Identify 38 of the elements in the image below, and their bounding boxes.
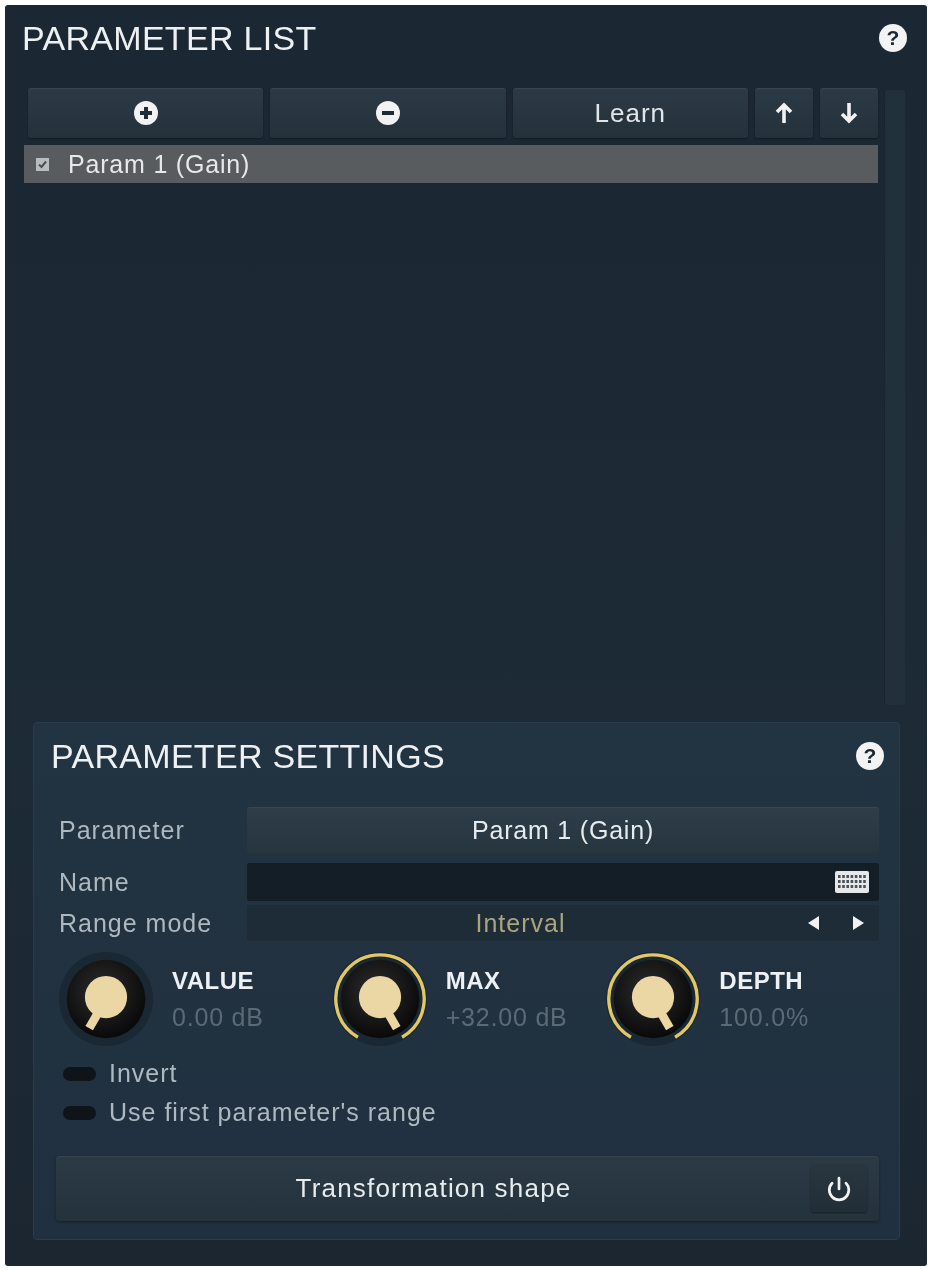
checkbox[interactable] [36, 157, 49, 171]
parameter-select-button[interactable]: Param 1 (Gain) [247, 807, 879, 853]
plus-icon [133, 101, 158, 125]
help-button[interactable]: ? [856, 742, 884, 770]
range-mode-selector[interactable]: Interval [247, 905, 879, 941]
arrow-down-icon [840, 102, 858, 124]
toggle-switch[interactable] [63, 1105, 96, 1120]
knob-label: DEPTH [719, 966, 805, 995]
move-up-button[interactable] [755, 88, 813, 138]
triangle-left-icon[interactable] [808, 916, 819, 930]
learn-button[interactable]: Learn [512, 88, 748, 138]
knob-value: 0.00 dB [172, 1002, 264, 1032]
arrow-up-icon [775, 102, 793, 124]
knob-value: 100.0% [719, 1002, 809, 1032]
field-label: Range mode [59, 908, 214, 938]
field-label: Parameter [59, 815, 186, 845]
triangle-right-icon[interactable] [853, 916, 864, 930]
power-button[interactable] [811, 1165, 867, 1212]
list-item[interactable]: Param 1 (Gain) [24, 145, 878, 183]
field-label: Name [59, 867, 131, 897]
switch-label: Invert [109, 1059, 178, 1088]
power-icon [826, 1175, 852, 1202]
rotary-knob[interactable] [58, 951, 154, 1047]
switch-label: Use first parameter's range [109, 1098, 437, 1127]
knob-label: MAX [445, 966, 502, 995]
help-button[interactable]: ? [879, 24, 907, 52]
name-input-field[interactable] [247, 863, 879, 901]
keyboard-icon[interactable] [835, 871, 869, 893]
add-button[interactable] [28, 88, 264, 138]
knob-label: VALUE [172, 966, 256, 995]
toggle-switch[interactable] [63, 1066, 96, 1081]
panel-title: PARAMETER LIST [22, 21, 317, 55]
move-down-button[interactable] [820, 88, 878, 138]
minus-icon [376, 101, 400, 125]
remove-button[interactable] [270, 88, 506, 138]
knob-value: +32.00 dB [445, 1002, 568, 1032]
transformation-shape-button[interactable]: Transformation shape [56, 1156, 879, 1221]
panel-title: PARAMETER SETTINGS [51, 739, 445, 773]
